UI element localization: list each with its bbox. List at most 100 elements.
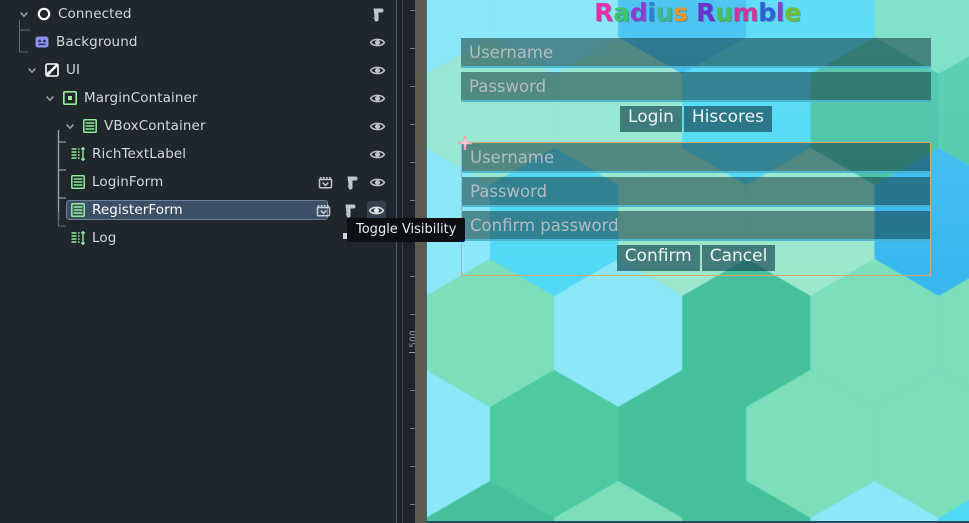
visibility-eye-icon[interactable] <box>369 34 386 51</box>
chevron-down-icon[interactable] <box>64 120 76 132</box>
animation-player-icon[interactable] <box>315 202 332 219</box>
tooltip-toggle-visibility: Toggle Visibility <box>347 218 466 242</box>
game-title: Radius Rumble <box>426 0 969 27</box>
visibility-eye-icon[interactable] <box>369 174 386 191</box>
scene-tree-item-label: RegisterForm <box>92 202 183 218</box>
chevron-down-icon[interactable] <box>18 8 30 20</box>
title-letter: l <box>775 0 785 27</box>
register-form: Username Password Confirm password Confirm… <box>461 142 931 276</box>
title-letter: R <box>696 0 716 27</box>
viewport-left-border <box>426 0 427 523</box>
login-username-input[interactable]: Username <box>461 38 931 68</box>
scene-tree-item-label: LoginForm <box>92 174 164 190</box>
scene-tree-item-namebox[interactable]: LoginForm <box>66 172 171 192</box>
canvaslayer-icon <box>44 62 60 78</box>
scene-tree-item-actions <box>369 112 386 140</box>
scene-tree-item-log[interactable]: Log <box>0 224 396 252</box>
placeholder-text: Username <box>470 147 555 167</box>
scene-tree-item-actions <box>369 28 386 56</box>
ruler-edge-line <box>402 0 403 523</box>
title-letter: s <box>673 0 688 27</box>
title-letter: b <box>758 0 776 27</box>
login-password-input[interactable]: Password <box>461 72 931 102</box>
visibility-eye-icon[interactable] <box>367 200 386 220</box>
chevron-down-icon[interactable] <box>26 64 38 76</box>
scene-tree-item-namebox[interactable]: UI <box>22 60 88 80</box>
cancel-button[interactable]: Cancel <box>701 245 776 271</box>
scene-tree-item-actions <box>317 168 386 196</box>
scene-tree-item-loginform[interactable]: LoginForm <box>0 168 396 196</box>
placeholder-text: Password <box>470 181 548 201</box>
title-letter: a <box>613 0 630 27</box>
register-fields: Username Password Confirm password <box>462 143 930 241</box>
title-letter: m <box>732 0 759 27</box>
hiscores-button[interactable]: Hiscores <box>683 106 772 132</box>
game-viewport[interactable]: Radius Rumble Username Password Login Hisc… <box>426 0 969 523</box>
title-letter: e <box>784 0 801 27</box>
title-letter: i <box>647 0 656 27</box>
title-letter: d <box>629 0 648 27</box>
scene-tree-item-background[interactable]: Background <box>0 28 396 56</box>
placeholder-text: Confirm password <box>470 215 619 235</box>
visibility-eye-icon[interactable] <box>369 62 386 79</box>
scene-tree-item-richtextlabel[interactable]: RichTextLabel <box>0 140 396 168</box>
scene-tree-item-actions <box>369 84 386 112</box>
script-icon[interactable] <box>341 202 358 219</box>
placeholder-text: Password <box>469 76 547 96</box>
title-letter: u <box>655 0 674 27</box>
vboxcontainer-icon <box>70 202 86 218</box>
scene-tree-item-actions <box>369 0 386 28</box>
scene-tree-item-label: RichTextLabel <box>92 146 187 162</box>
remote-node-icon <box>36 6 52 22</box>
scene-tree-item-connected[interactable]: Connected <box>0 0 396 28</box>
sprite2d-icon <box>34 34 50 50</box>
scene-tree-item-namebox[interactable]: Connected <box>14 4 140 24</box>
visibility-eye-icon[interactable] <box>369 90 386 107</box>
scene-tree-item-namebox[interactable]: MarginContainer <box>40 88 206 108</box>
login-fields: Username Password <box>461 38 931 102</box>
script-icon[interactable] <box>343 174 360 191</box>
login-button[interactable]: Login <box>620 106 682 132</box>
register-password-input[interactable]: Password <box>462 177 930 207</box>
scene-tree-item-namebox[interactable]: VBoxContainer <box>60 116 214 136</box>
register-confirm-password-input[interactable]: Confirm password <box>462 211 930 241</box>
scene-tree-item-label: Log <box>92 230 117 246</box>
title-letter: u <box>715 0 733 27</box>
scene-tree-item-vboxcontainer[interactable]: VBoxContainer <box>0 112 396 140</box>
vboxcontainer-icon <box>82 118 98 134</box>
scene-tree-item-namebox[interactable]: RegisterForm <box>66 200 328 220</box>
godot-editor-window: Connected Background UI MarginContainer … <box>0 0 969 523</box>
visibility-eye-icon[interactable] <box>369 146 386 163</box>
scene-tree-item-label: MarginContainer <box>84 90 198 106</box>
scene-tree-item-label: Background <box>56 34 138 50</box>
scene-tree-item-ui[interactable]: UI <box>0 56 396 84</box>
visibility-eye-icon[interactable] <box>369 118 386 135</box>
pivot-crosshair-icon[interactable] <box>458 136 472 150</box>
scene-tree-dock: Connected Background UI MarginContainer … <box>0 0 396 523</box>
chevron-down-icon[interactable] <box>44 92 56 104</box>
scene-tree-item-namebox[interactable]: RichTextLabel <box>66 144 194 164</box>
scene-tree-item-namebox[interactable]: Log <box>66 228 124 248</box>
vboxcontainer-icon <box>70 174 86 190</box>
scene-tree-item-namebox[interactable]: Background <box>30 32 146 52</box>
scene-tree-item-margincontainer[interactable]: MarginContainer <box>0 84 396 112</box>
confirm-button[interactable]: Confirm <box>616 245 700 271</box>
viewport-gutter <box>415 0 426 523</box>
title-letter: R <box>594 0 614 27</box>
register-username-input[interactable]: Username <box>462 143 930 173</box>
animation-player-icon[interactable] <box>317 174 334 191</box>
register-buttons: Confirm Cancel <box>462 245 930 271</box>
placeholder-text: Username <box>469 42 554 62</box>
scene-tree-item-label: VBoxContainer <box>104 118 206 134</box>
script-icon[interactable] <box>369 6 386 23</box>
title-letter <box>688 0 696 27</box>
scene-tree-item-registerform[interactable]: RegisterForm <box>0 196 396 224</box>
margincontainer-icon <box>62 90 78 106</box>
scene-tree-item-label: UI <box>66 62 81 78</box>
scene-tree-item-actions <box>369 140 386 168</box>
tooltip-text: Toggle Visibility <box>356 222 457 237</box>
login-buttons: Login Hiscores <box>461 106 931 132</box>
scene-tree-item-actions <box>369 56 386 84</box>
richtextlabel-icon <box>70 146 86 162</box>
richtextlabel-icon <box>70 230 86 246</box>
